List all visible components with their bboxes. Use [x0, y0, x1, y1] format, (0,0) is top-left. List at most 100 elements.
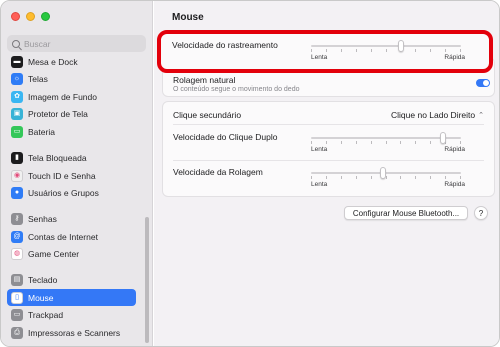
at-icon: @ — [11, 230, 23, 243]
slider-tick — [445, 49, 446, 52]
sidebar-item-game-center[interactable]: ◍ Game Center — [7, 245, 136, 262]
tracking-speed-slider[interactable]: Lenta Rápida — [311, 40, 465, 62]
slider-tick — [371, 176, 372, 179]
sidebar-item-teclado[interactable]: ▤ Teclado — [7, 271, 136, 288]
fingerprint-icon: ◉ — [11, 169, 23, 182]
sidebar-item-label: Telas — [28, 73, 48, 84]
search-input[interactable] — [24, 38, 134, 49]
sidebar-item-label: Usuários e Grupos — [28, 187, 99, 198]
slider-tick — [311, 49, 312, 52]
game-center-icon: ◍ — [11, 247, 23, 260]
sidebar-item-tela-bloqueada[interactable]: ▮ Tela Bloqueada — [7, 149, 136, 166]
sidebar-item-telas[interactable]: ☼ Telas — [7, 70, 136, 87]
battery-icon: ▭ — [11, 125, 23, 138]
natural-scroll-description: O conteúdo segue o movimento do dedo — [173, 86, 300, 93]
sidebar-item-label: Trackpad — [28, 309, 64, 320]
slider-max-label: Rápida — [444, 146, 465, 153]
mouse-settings-card: Clique secundário Clique no Lado Direito… — [162, 101, 495, 197]
tracking-speed-highlight: Velocidade do rastreamento Lenta Rápida — [157, 30, 493, 73]
slider-tick — [415, 141, 416, 144]
sidebar-item-usuários-e-grupos[interactable]: ● Usuários e Grupos — [7, 184, 136, 201]
display-icon: ☼ — [11, 72, 23, 85]
double-click-speed-slider[interactable]: Lenta Rápida — [311, 132, 465, 154]
slider-tick — [341, 49, 342, 52]
help-button[interactable]: ? — [474, 206, 488, 220]
slider-thumb[interactable] — [380, 167, 386, 179]
lock-screen-icon: ▮ — [11, 151, 23, 164]
slider-tick — [311, 141, 312, 144]
natural-scroll-label: Rolagem natural — [173, 75, 236, 85]
slider-tick — [356, 176, 357, 179]
slider-tick — [371, 141, 372, 144]
sidebar-item-mouse[interactable]: ▯ Mouse — [7, 289, 136, 306]
screensaver-icon: ▣ — [11, 107, 23, 120]
sidebar-item-label: Teclado — [28, 274, 58, 285]
sidebar-item-label: Bateria — [28, 126, 55, 137]
dock-icon: ▬ — [11, 55, 23, 68]
slider-min-label: Lenta — [311, 54, 328, 61]
sidebar-item-label: Imagem de Fundo — [28, 91, 97, 102]
slider-tick — [386, 176, 387, 179]
system-settings-window: ▬ Mesa e Dock ☼ Telas ✿ Imagem de Fundo ▣ Prote… — [0, 0, 500, 347]
slider-tick — [341, 141, 342, 144]
double-click-speed-label: Velocidade do Clique Duplo — [173, 132, 278, 142]
divider — [173, 124, 484, 125]
users-icon: ● — [11, 186, 23, 199]
sidebar-item-protetor-de-tela[interactable]: ▣ Protetor de Tela — [7, 105, 136, 122]
slider-tick — [371, 49, 372, 52]
sidebar-item-label: Senhas — [28, 213, 57, 224]
sidebar-item-impressoras-e-scanners[interactable]: ⎙ Impressoras e Scanners — [7, 324, 136, 341]
slider-thumb[interactable] — [440, 132, 446, 144]
sidebar-item-label: Protetor de Tela — [28, 108, 88, 119]
divider — [173, 160, 484, 161]
close-window-button[interactable] — [11, 12, 20, 21]
window-controls — [11, 12, 50, 21]
slider-track — [311, 137, 461, 139]
mouse-icon: ▯ — [11, 291, 23, 304]
slider-tick — [415, 176, 416, 179]
slider-tick — [430, 141, 431, 144]
slider-tick — [311, 176, 312, 179]
trackpad-icon: ▭ — [11, 308, 23, 321]
page-title: Mouse — [172, 12, 204, 23]
slider-max-label: Rápida — [444, 54, 465, 61]
sidebar-item-touch-id-e-senha[interactable]: ◉ Touch ID e Senha — [7, 167, 136, 184]
sidebar: ▬ Mesa e Dock ☼ Telas ✿ Imagem de Fundo ▣ Prote… — [1, 1, 153, 346]
sidebar-item-senhas[interactable]: ⚷ Senhas — [7, 210, 136, 227]
slider-tick — [326, 176, 327, 179]
sidebar-item-mesa-e-dock[interactable]: ▬ Mesa e Dock — [7, 53, 136, 70]
sidebar-item-contas-de-internet[interactable]: @ Contas de Internet — [7, 228, 136, 245]
slider-tick — [356, 141, 357, 144]
sidebar-item-trackpad[interactable]: ▭ Trackpad — [7, 306, 136, 323]
search-icon — [12, 39, 20, 48]
slider-min-label: Lenta — [311, 146, 328, 153]
slider-tick — [400, 176, 401, 179]
slider-tick — [430, 49, 431, 52]
wallpaper-icon: ✿ — [11, 90, 23, 103]
key-icon: ⚷ — [11, 212, 23, 225]
slider-thumb[interactable] — [398, 40, 404, 52]
sidebar-item-bateria[interactable]: ▭ Bateria — [7, 123, 136, 140]
sidebar-item-label: Mouse — [28, 292, 54, 303]
scroll-speed-slider[interactable]: Lenta Rápida — [311, 167, 465, 189]
secondary-click-popup[interactable]: Clique no Lado Direito ⌃ — [391, 110, 484, 120]
minimize-window-button[interactable] — [26, 12, 35, 21]
sidebar-item-label: Game Center — [28, 248, 80, 259]
toggle-knob — [483, 80, 489, 86]
slider-tick — [460, 141, 461, 144]
slider-tick — [386, 141, 387, 144]
slider-tick — [326, 49, 327, 52]
sidebar-scrollbar[interactable] — [145, 217, 149, 343]
natural-scroll-toggle[interactable] — [476, 79, 490, 87]
slider-track — [311, 45, 461, 47]
slider-tick — [460, 176, 461, 179]
slider-tick — [415, 49, 416, 52]
slider-max-label: Rápida — [444, 181, 465, 188]
sidebar-item-label: Impressoras e Scanners — [28, 327, 121, 338]
configure-bluetooth-mouse-button[interactable]: Configurar Mouse Bluetooth... — [344, 206, 468, 220]
zoom-window-button[interactable] — [41, 12, 50, 21]
sidebar-search[interactable] — [7, 35, 146, 52]
sidebar-item-imagem-de-fundo[interactable]: ✿ Imagem de Fundo — [7, 88, 136, 105]
slider-tick — [341, 176, 342, 179]
scroll-speed-label: Velocidade da Rolagem — [173, 167, 263, 177]
